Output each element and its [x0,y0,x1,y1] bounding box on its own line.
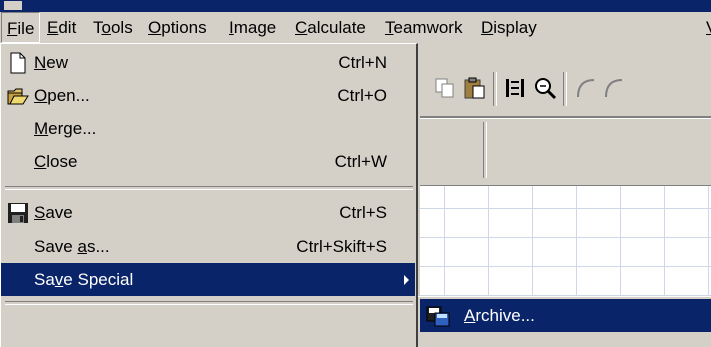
save-special-submenu: Archive... [418,296,711,347]
menu-view-partial[interactable]: V [701,12,711,43]
columns-icon[interactable] [502,75,528,101]
toolbar-border-light [420,118,711,119]
menu-item-open[interactable]: Open... Ctrl+O [1,79,415,112]
new-file-icon [10,52,26,74]
menu-separator [5,301,413,305]
menu-file[interactable]: File [1,12,41,43]
menu-separator [5,186,413,190]
curve-icon-2[interactable] [600,75,626,101]
copy-icon[interactable] [432,75,458,101]
submenu-item-archive[interactable]: Archive... [420,299,711,332]
menu-display[interactable]: Display [476,12,542,43]
menu-item-save[interactable]: Save Ctrl+S [1,196,415,229]
window-titlebar [0,0,711,12]
submenu-arrow-icon [404,275,409,285]
menu-calculate[interactable]: Calculate [290,12,371,43]
menu-edit[interactable]: Edit [42,12,81,43]
menu-image[interactable]: Image [224,12,281,43]
menu-options[interactable]: Options [143,12,212,43]
menu-item-close[interactable]: Close Ctrl+W [1,145,415,178]
menu-bar: File Edit Tools Options Image Calculate … [0,12,711,43]
menu-item-save-special[interactable]: Save Special [1,263,415,296]
menu-tools[interactable]: Tools [88,12,138,43]
toolbar-separator [563,72,567,106]
drawing-grid[interactable] [420,186,711,301]
menu-item-merge[interactable]: Merge... [1,112,415,145]
app-icon[interactable] [4,1,22,10]
menu-teamwork[interactable]: Teamwork [380,12,467,43]
menu-item-new[interactable]: New Ctrl+N [1,46,415,79]
file-menu: New Ctrl+N Open... Ctrl+O Merge... Close… [0,43,418,347]
open-folder-icon [7,88,29,105]
archive-icon [426,306,450,327]
toolbar-separator [493,72,497,106]
save-disk-icon [8,203,28,223]
curve-icon[interactable] [572,75,598,101]
zoom-icon[interactable] [532,75,558,101]
paste-icon[interactable] [462,75,488,101]
menu-item-save-as[interactable]: Save as... Ctrl+Skift+S [1,230,415,263]
band-divider [483,122,487,178]
